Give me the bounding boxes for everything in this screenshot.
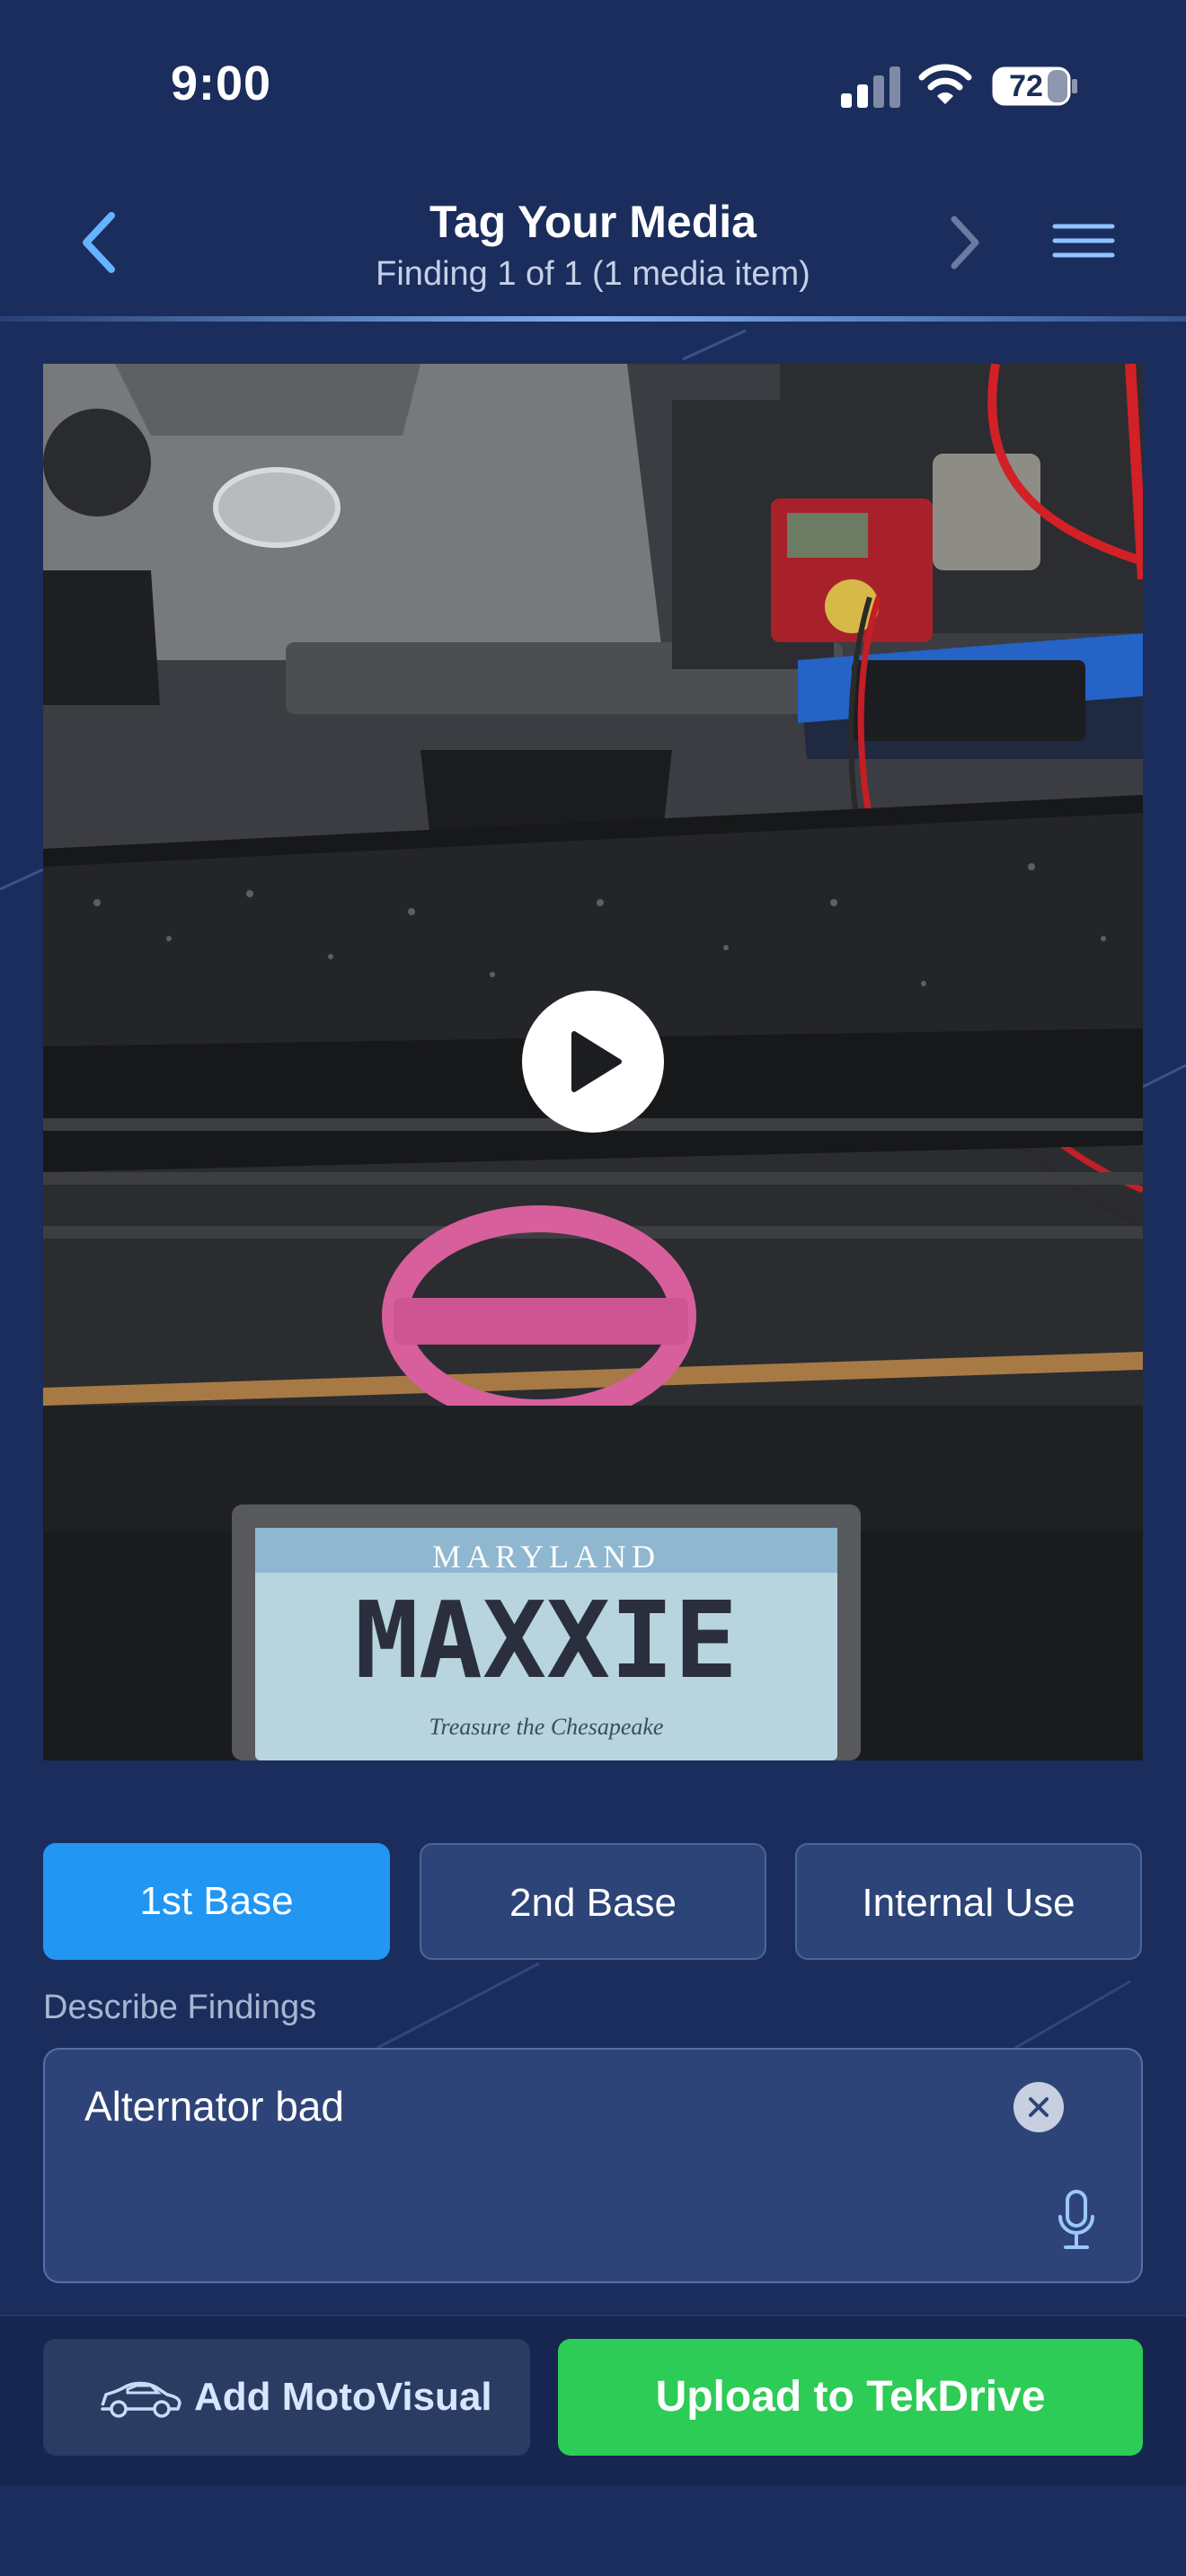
car-icon [101,2381,181,2418]
media-preview[interactable]: MARYLAND MAXXIE Treasure the Chesapeake [43,364,1143,1760]
home-indicator-area [0,2485,1186,2576]
tab-1st-base[interactable]: 1st Base [43,1843,390,1960]
header: Tag Your Media Finding 1 of 1 (1 media i… [0,171,1186,323]
findings-input[interactable]: Alternator bad [43,2048,1143,2283]
add-motovisual-label: Add MotoVisual [194,2375,492,2419]
play-icon [571,1031,622,1092]
status-time: 9:00 [171,57,272,110]
page-title: Tag Your Media [429,197,757,247]
plate-tagline: Treasure the Chesapeake [429,1714,664,1740]
clear-icon[interactable] [1013,2082,1064,2132]
header-divider [0,316,1186,322]
status-bar: 9:00 72 [0,0,1186,171]
plate-state: MARYLAND [432,1539,660,1575]
upload-to-tekdrive-button[interactable]: Upload to TekDrive [558,2339,1143,2456]
wifi-icon [918,64,972,104]
play-button[interactable] [522,991,664,1133]
battery-icon: 72 [992,66,1078,106]
chevron-right-icon[interactable] [940,207,994,278]
microphone-icon[interactable] [1055,2188,1098,2253]
tab-internal-use[interactable]: Internal Use [795,1843,1142,1960]
plate-number: MAXXIE [355,1578,738,1702]
signal-icon [841,66,900,108]
findings-label: Describe Findings [43,1989,317,2026]
findings-value[interactable]: Alternator bad [84,2082,344,2130]
battery-level: 72 [1009,69,1043,103]
page-subtitle: Finding 1 of 1 (1 media item) [376,255,810,293]
menu-icon[interactable] [1046,214,1121,268]
tab-2nd-base[interactable]: 2nd Base [420,1843,766,1960]
add-motovisual-button[interactable]: Add MotoVisual [43,2339,530,2456]
